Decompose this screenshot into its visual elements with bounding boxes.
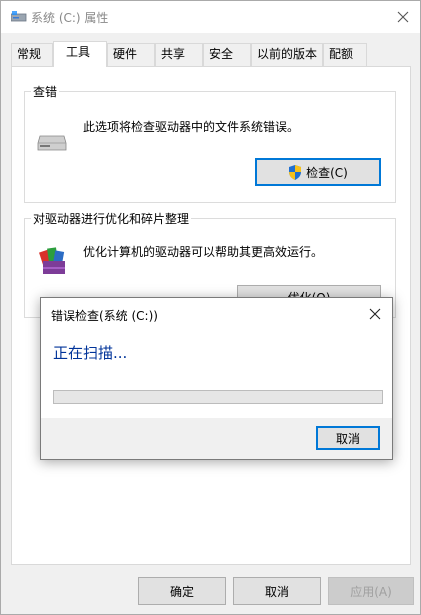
tab-security[interactable]: 安全 [203,43,251,66]
apply-button[interactable]: 应用(A) [328,577,414,605]
scan-progress-bar [53,390,383,404]
error-check-dialog: 错误检查(系统 (C:)) 正在扫描... 取消 [40,297,393,460]
cancel-button[interactable]: 取消 [233,577,321,605]
check-button[interactable]: 检查(C) [255,158,381,186]
dialog-close-icon[interactable] [358,298,392,330]
dialog-body: 正在扫描... [41,330,392,418]
dialog-title: 错误检查(系统 (C:)) [51,309,158,323]
dialog-cancel-button[interactable]: 取消 [316,426,380,450]
optimize-group-title: 对驱动器进行优化和碎片整理 [31,210,192,227]
close-icon[interactable] [386,1,420,33]
window-title: 系统 (C:) 属性 [31,11,109,25]
check-description: 此选项将检查驱动器中的文件系统错误。 [83,120,300,134]
check-button-label: 检查(C) [306,165,348,180]
tab-hardware[interactable]: 硬件 [107,43,155,66]
defrag-icon [37,243,71,280]
tab-general[interactable]: 常规 [11,43,53,66]
tab-previous-versions[interactable]: 以前的版本 [251,43,323,66]
check-group: 查错 此选项将检查驱动器中的文件系统错误。 检查(C) [24,83,396,203]
dialog-title-bar[interactable]: 错误检查(系统 (C:)) [41,298,392,330]
uac-shield-icon [288,164,302,180]
scan-status: 正在扫描... [53,344,128,362]
title-bar[interactable]: 系统 (C:) 属性 [1,1,420,33]
hard-drive-icon [37,130,67,155]
optimize-description: 优化计算机的驱动器可以帮助其更高效运行。 [83,245,324,259]
tab-tools[interactable]: 工具 [53,41,107,67]
drive-icon [10,10,27,24]
tab-quota[interactable]: 配额 [323,43,367,66]
tab-sharing[interactable]: 共享 [155,43,203,66]
ok-button[interactable]: 确定 [138,577,226,605]
check-group-title: 查错 [31,83,60,100]
